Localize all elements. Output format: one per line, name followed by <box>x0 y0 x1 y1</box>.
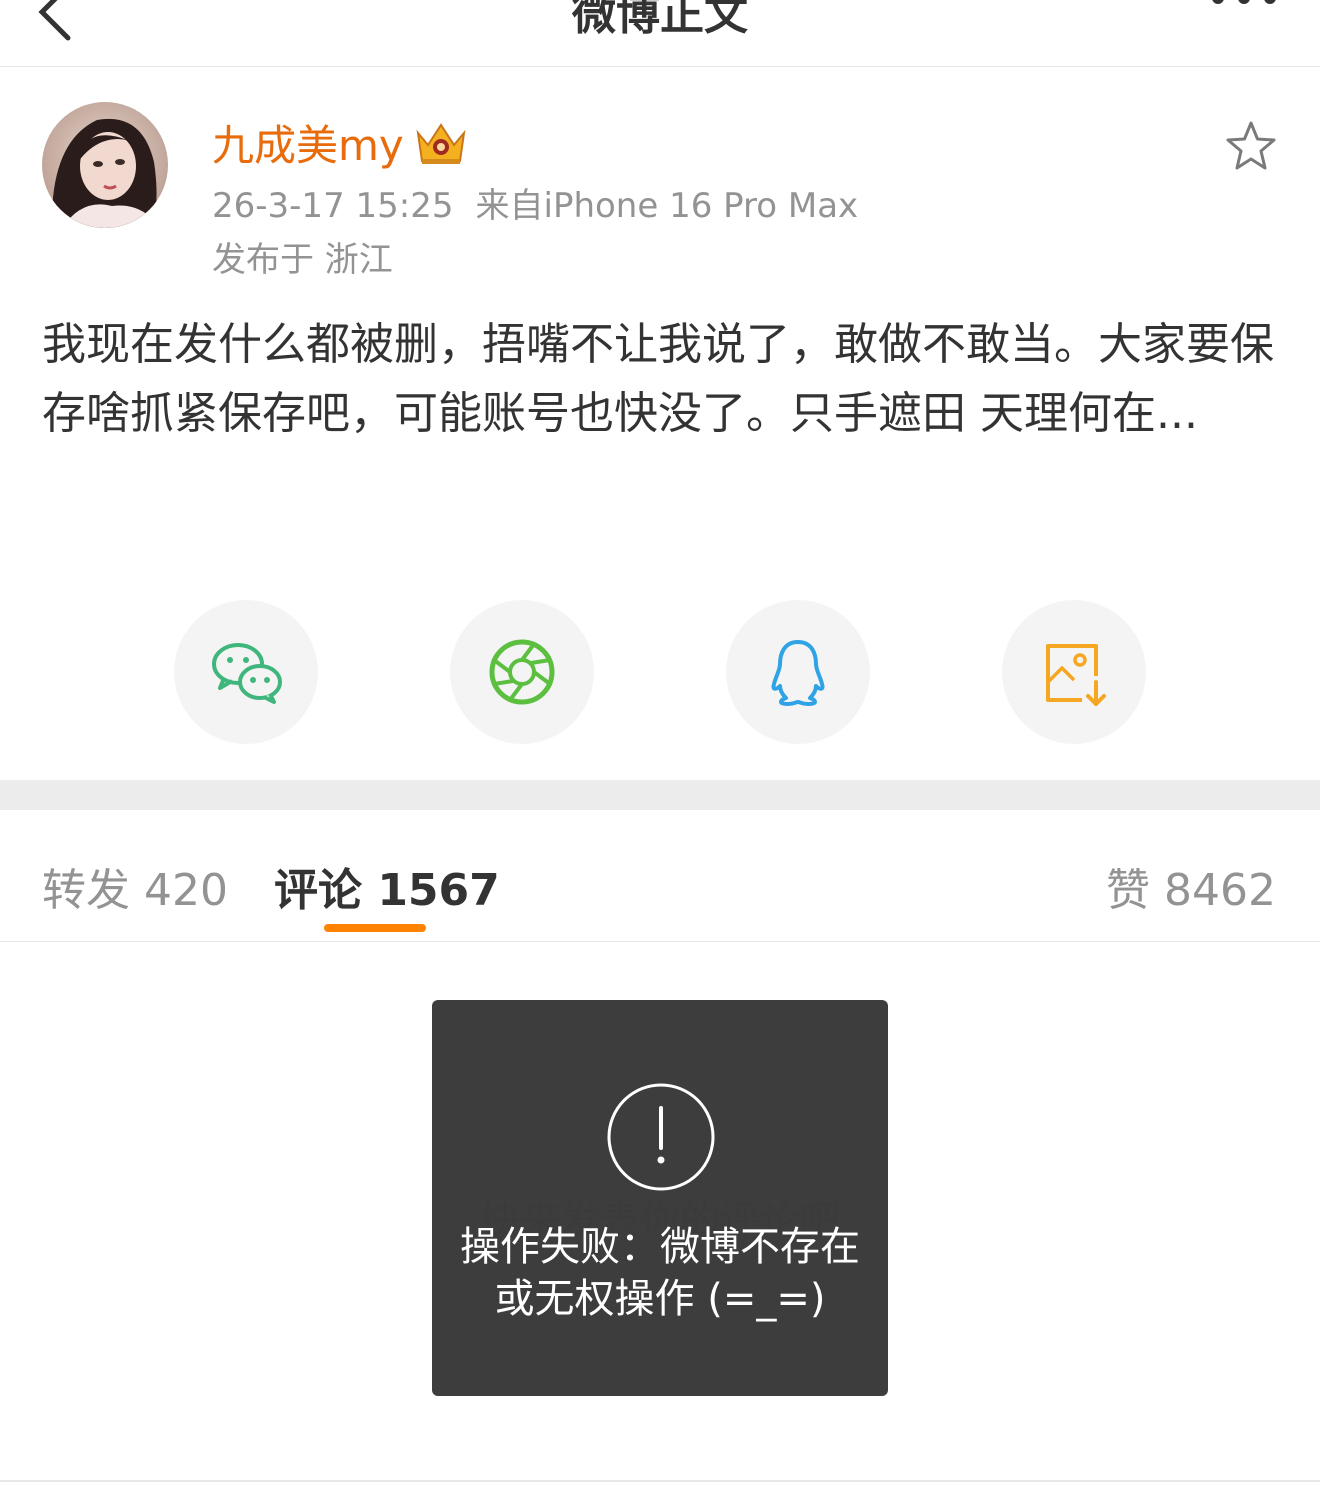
wechat-icon <box>212 643 282 704</box>
tab-likes[interactable]: 赞 8462 <box>1106 854 1276 918</box>
interaction-tabs: 转发 420 评论 1567 赞 8462 <box>0 810 1320 942</box>
share-wechat-button[interactable] <box>174 600 318 744</box>
page-title: 微博正文 <box>572 0 748 40</box>
share-moments-button[interactable] <box>450 600 594 744</box>
error-toast: 操作失败：微博不存在或无权操作 (=_=) <box>432 1000 888 1396</box>
post-source: 来自iPhone 16 Pro Max <box>475 186 859 226</box>
more-icon[interactable] <box>1204 0 1284 10</box>
favorite-star-icon[interactable] <box>1222 118 1280 176</box>
bottom-divider <box>0 1480 1320 1482</box>
exclamation-icon <box>607 1083 715 1191</box>
post-timestamp: 26-3-17 15:25 <box>212 186 454 226</box>
tab-comments[interactable]: 评论 1567 <box>274 854 500 918</box>
active-tab-indicator <box>324 924 426 932</box>
qq-icon <box>771 640 825 706</box>
moments-icon <box>489 639 555 705</box>
save-image-icon <box>1046 644 1106 706</box>
nav-bar: 微博正文 <box>0 0 1320 67</box>
post-content: 我现在发什么都被删，捂嘴不让我说了，敢做不敢当。大家要保存啥抓紧保存吧，可能账号… <box>42 319 1274 439</box>
post-location: 发布于 浙江 <box>212 240 393 280</box>
section-divider <box>0 780 1320 810</box>
vip-crown-icon <box>416 122 466 164</box>
tab-reposts[interactable]: 转发 420 <box>42 854 228 918</box>
avatar[interactable] <box>42 102 168 228</box>
toast-message: 操作失败：微博不存在或无权操作 (=_=) <box>460 1224 860 1322</box>
post-meta: 26-3-17 15:25 来自iPhone 16 Pro Max <box>212 178 858 227</box>
save-image-button[interactable] <box>1002 600 1146 744</box>
share-qq-button[interactable] <box>726 600 870 744</box>
username[interactable]: 九成美my <box>212 112 470 173</box>
